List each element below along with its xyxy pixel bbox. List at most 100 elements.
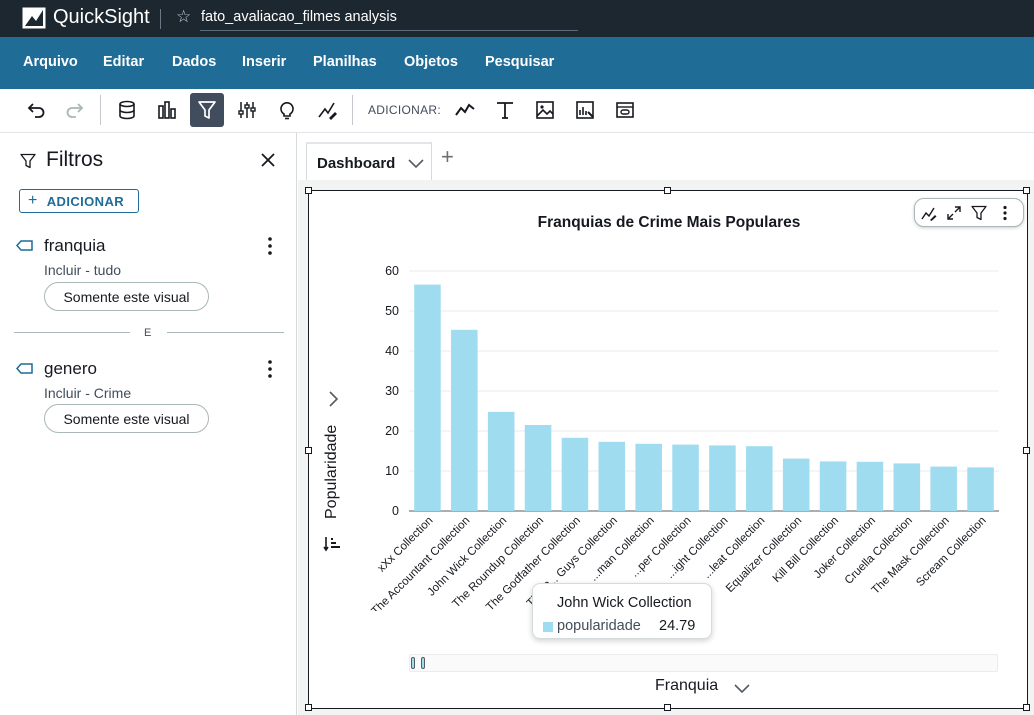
filter-name[interactable]: genero [44, 359, 97, 379]
menu-planilhas[interactable]: Planilhas [313, 54, 377, 70]
more-options-icon[interactable] [262, 236, 278, 256]
bar[interactable] [451, 329, 478, 511]
title-underline [200, 30, 578, 31]
chevron-down-icon[interactable] [733, 681, 751, 695]
brand-name[interactable]: QuickSight [53, 6, 150, 29]
add-label: ADICIONAR: [368, 103, 442, 117]
bar[interactable] [672, 444, 699, 511]
favorite-star-icon[interactable]: ☆ [176, 7, 191, 27]
add-text-button[interactable] [488, 93, 522, 127]
embed-icon [616, 102, 634, 118]
bar[interactable] [967, 467, 994, 511]
bar[interactable] [893, 463, 921, 511]
visualize-icon [158, 101, 176, 119]
menu-arquivo[interactable]: Arquivo [23, 54, 78, 70]
lightbulb-icon [280, 102, 294, 120]
tooltip-title: John Wick Collection [557, 595, 692, 611]
toolbar: ADICIONAR: [0, 89, 1034, 133]
menu-objetos[interactable]: Objetos [404, 54, 458, 70]
tab-label: Dashboard [317, 155, 396, 172]
chart-scrollbar[interactable] [409, 654, 998, 672]
close-icon[interactable] [259, 151, 277, 169]
tag-icon [16, 240, 33, 251]
resize-handle[interactable] [664, 704, 671, 711]
image-icon [536, 101, 554, 119]
tab-dashboard[interactable]: Dashboard [306, 142, 432, 180]
bar[interactable] [414, 284, 441, 511]
y-tick-label: 60 [385, 264, 399, 278]
bar[interactable] [524, 425, 552, 511]
bar[interactable] [635, 443, 662, 511]
menu-bar: Arquivo Editar Dados Inserir Planilhas O… [0, 37, 1034, 89]
menu-inserir[interactable]: Inserir [242, 54, 286, 70]
add-insight-button[interactable] [568, 93, 602, 127]
filters-panel: Filtros + ADICIONAR franquia Incluir - t… [0, 133, 297, 715]
themes-icon [318, 102, 337, 120]
add-visual-button[interactable] [448, 93, 482, 127]
divider [167, 332, 284, 333]
filter-scope-pill[interactable]: Somente este visual [44, 404, 209, 433]
more-options-icon[interactable] [262, 359, 278, 379]
y-tick-label: 20 [385, 424, 399, 438]
bar[interactable] [782, 458, 810, 511]
bar[interactable] [598, 441, 626, 511]
bar-chart-visual[interactable]: Franquias de Crime Mais Populares 0 10 20 3… [305, 187, 1030, 711]
add-embed-button[interactable] [608, 93, 642, 127]
scroll-handle-left[interactable] [411, 657, 415, 669]
sheet-tabs: Dashboard + [298, 133, 1034, 180]
tooltip-measure: popularidade [557, 618, 641, 634]
parameters-button[interactable] [230, 93, 264, 127]
redo-button[interactable] [58, 93, 92, 127]
add-image-button[interactable] [528, 93, 562, 127]
bar[interactable] [819, 461, 847, 511]
chevron-down-icon[interactable] [407, 156, 425, 170]
x-tick-label: Kill Bill Collection [771, 515, 841, 585]
y-tick-label: 40 [385, 344, 399, 358]
bar[interactable] [746, 446, 773, 511]
menu-pesquisar[interactable]: Pesquisar [485, 54, 554, 70]
insights-button[interactable] [270, 93, 304, 127]
redo-icon [66, 103, 84, 118]
menu-editar[interactable]: Editar [103, 54, 144, 70]
y-axis-title[interactable]: Popularidade [323, 425, 341, 519]
bar[interactable] [561, 437, 589, 511]
filter-button[interactable] [190, 93, 224, 127]
add-sheet-icon[interactable]: + [441, 146, 454, 168]
filter-name[interactable]: franquia [44, 236, 105, 256]
bar[interactable] [856, 461, 884, 511]
tooltip-value: 24.79 [659, 618, 696, 634]
sort-descending-icon[interactable] [323, 534, 343, 554]
bar[interactable] [930, 466, 957, 511]
filter-icon [198, 101, 216, 119]
filter-scope-pill[interactable]: Somente este visual [44, 282, 209, 311]
document-title[interactable]: fato_avaliacao_filmes analysis [201, 9, 397, 25]
undo-icon [27, 103, 45, 118]
resize-handle[interactable] [305, 704, 312, 711]
bar[interactable] [709, 445, 736, 511]
menu-dados[interactable]: Dados [172, 54, 216, 70]
x-axis-title[interactable]: Franquia [655, 677, 718, 695]
x-tick-label: Cruella Collection [843, 515, 915, 587]
undo-button[interactable] [19, 93, 53, 127]
scroll-handle-right[interactable] [421, 657, 425, 669]
top-bar: QuickSight ☆ fato_avaliacao_filmes analy… [0, 0, 1034, 37]
x-tick-label: Scream Collection [914, 515, 988, 589]
add-filter-label: ADICIONAR [46, 193, 125, 209]
insight-icon [576, 101, 594, 119]
and-divider-label: E [144, 327, 152, 339]
sheet-area: Dashboard + Franquias de Crime Mais Popu… [298, 133, 1034, 715]
chevron-right-icon[interactable] [326, 389, 340, 409]
toolbar-divider [100, 95, 101, 125]
add-filter-button[interactable]: + ADICIONAR [19, 189, 139, 213]
dataset-button[interactable] [110, 93, 144, 127]
bar[interactable] [487, 411, 515, 511]
divider [160, 9, 161, 29]
quicksight-logo-icon [22, 7, 46, 29]
toolbar-divider [352, 95, 353, 125]
resize-handle[interactable] [1023, 704, 1030, 711]
add-visual-icon [455, 103, 475, 116]
filter-description: Incluir - tudo [44, 262, 122, 278]
visualize-button[interactable] [150, 93, 184, 127]
legend-swatch [543, 622, 553, 632]
themes-button[interactable] [310, 93, 344, 127]
